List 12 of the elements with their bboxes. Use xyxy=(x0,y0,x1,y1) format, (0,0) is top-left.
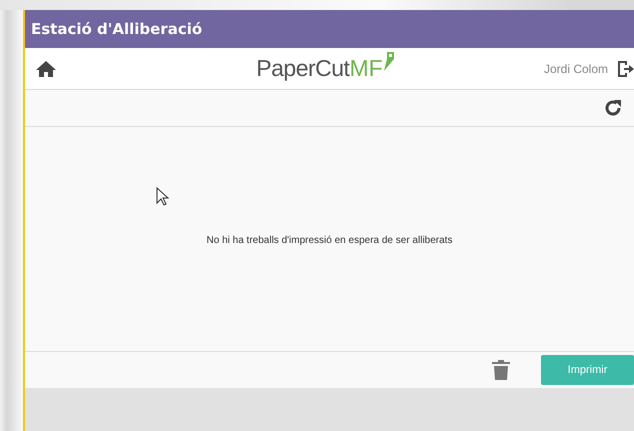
print-button[interactable]: Imprimir xyxy=(541,355,634,385)
home-icon[interactable] xyxy=(35,60,57,78)
refresh-icon[interactable] xyxy=(604,99,622,117)
user-name: Jordi Colom xyxy=(544,62,608,76)
trash-icon[interactable] xyxy=(491,359,511,381)
cursor-icon xyxy=(156,187,169,206)
empty-message: No hi ha treballs d'impressió en espera de ser alliberats xyxy=(206,234,452,246)
window-title: Estació d'Alliberació xyxy=(31,20,202,38)
logout-icon[interactable] xyxy=(618,60,634,78)
logo-text: PaperCut xyxy=(256,55,350,82)
flag-icon xyxy=(382,51,395,73)
logo-suffix: MF xyxy=(349,55,383,82)
